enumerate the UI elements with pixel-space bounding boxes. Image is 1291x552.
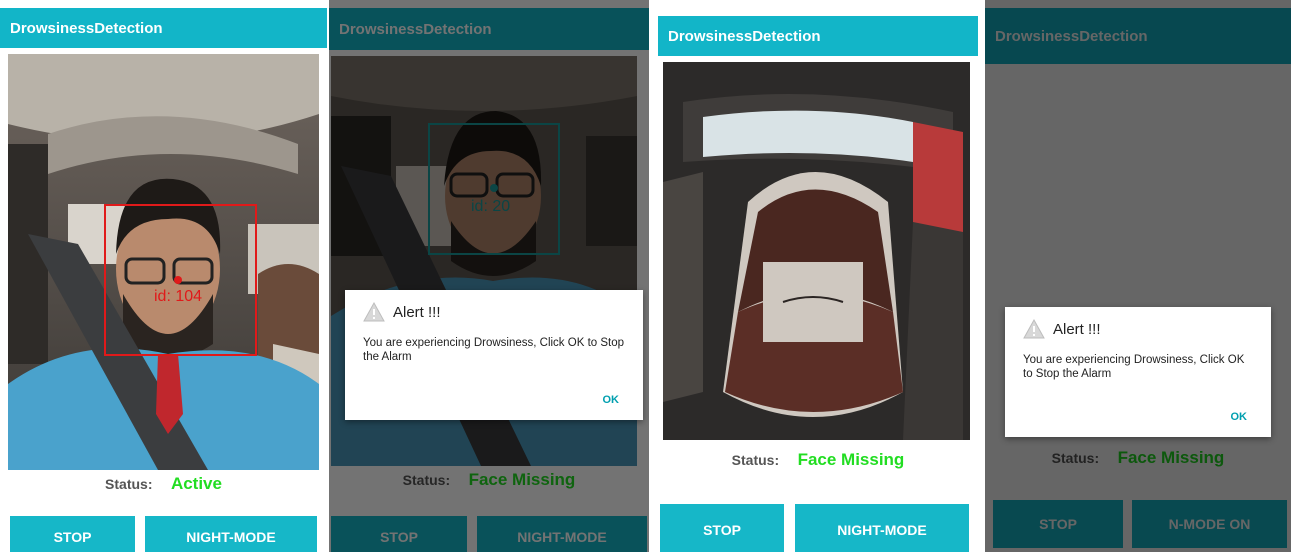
stop-button[interactable]: STOP (660, 504, 784, 552)
app-bar: DrowsinessDetection (658, 16, 978, 56)
alert-title-text: Alert !!! (393, 303, 441, 321)
status-label: Status: (1051, 450, 1100, 466)
status-row: Status: Face Missing (658, 450, 978, 470)
alert-dialog: Alert !!! You are experiencing Drowsines… (345, 290, 643, 420)
app-title: DrowsinessDetection (995, 27, 1148, 45)
face-id-label: id: 20 (471, 198, 511, 215)
app-title: DrowsinessDetection (668, 27, 821, 45)
night-mode-button[interactable]: N-MODE ON (1132, 500, 1287, 548)
camera-frame-image (663, 62, 970, 440)
alert-title-text: Alert !!! (1053, 320, 1101, 338)
status-row: Status: Face Missing (985, 448, 1291, 468)
night-mode-button[interactable]: NIGHT-MODE (795, 504, 969, 552)
night-mode-button[interactable]: NIGHT-MODE (477, 516, 647, 552)
status-value: Face Missing (1117, 448, 1225, 467)
alert-ok-button[interactable]: OK (603, 394, 620, 406)
face-landmark-dot (490, 184, 498, 192)
dialog-scrim (985, 0, 1291, 552)
warning-icon (1023, 319, 1045, 339)
stop-button[interactable]: STOP (10, 516, 135, 552)
status-label: Status: (731, 452, 780, 468)
status-label: Status: (402, 472, 451, 488)
app-title: DrowsinessDetection (339, 20, 492, 38)
screen-active: DrowsinessDetection id: 104 Status: Acti… (0, 0, 327, 552)
screen-night-mode-alert: DrowsinessDetection Status: Face Missing… (985, 0, 1291, 552)
status-value: Face Missing (797, 450, 905, 469)
status-label: Status: (105, 476, 153, 492)
status-value: Face Missing (468, 470, 576, 489)
alert-message: You are experiencing Drowsiness, Click O… (1023, 354, 1245, 380)
alert-dialog-title: Alert !!! (363, 302, 441, 322)
alert-dialog: Alert !!! You are experiencing Drowsines… (1005, 307, 1271, 437)
stop-button[interactable]: STOP (993, 500, 1123, 548)
status-row: Status: Active (0, 474, 327, 494)
status-row: Status: Face Missing (329, 470, 649, 490)
screen-drowsy-alert: DrowsinessDetection id: 20 Status: Face … (329, 0, 649, 552)
camera-preview: id: 104 (8, 54, 319, 470)
alert-dialog-title: Alert !!! (1023, 319, 1101, 339)
alert-ok-button[interactable]: OK (1231, 411, 1248, 423)
app-bar: DrowsinessDetection (329, 8, 649, 50)
warning-icon (363, 302, 385, 322)
app-title: DrowsinessDetection (10, 19, 163, 37)
screen-face-missing: DrowsinessDetection Status: Face Missing… (658, 0, 978, 552)
status-value: Active (170, 474, 222, 493)
face-id-label: id: 104 (154, 288, 203, 305)
face-landmark-dot (174, 276, 182, 284)
app-bar: DrowsinessDetection (0, 8, 327, 48)
camera-preview (663, 62, 970, 440)
stop-button[interactable]: STOP (331, 516, 467, 552)
app-bar: DrowsinessDetection (985, 8, 1291, 64)
alert-message: You are experiencing Drowsiness, Click O… (363, 337, 625, 363)
night-mode-button[interactable]: NIGHT-MODE (145, 516, 317, 552)
